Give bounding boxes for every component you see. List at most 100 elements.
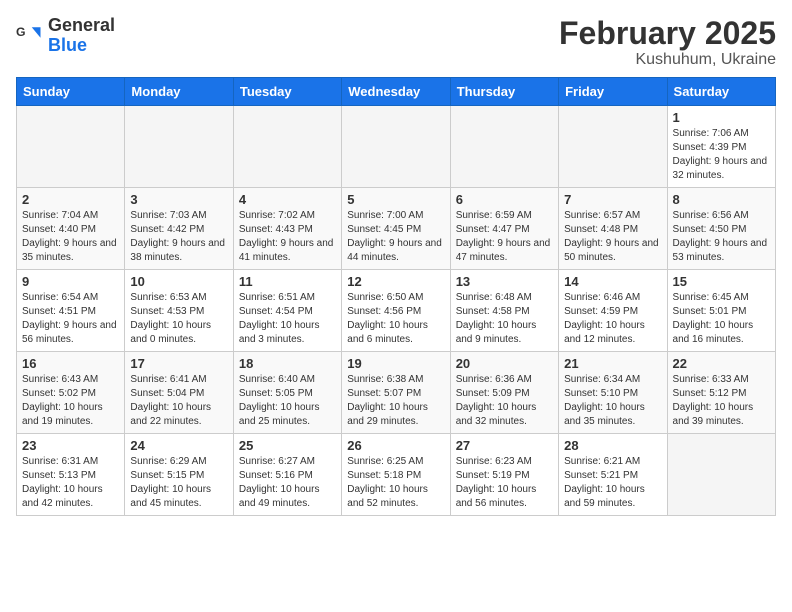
day-info: Sunrise: 6:50 AM Sunset: 4:56 PM Dayligh… xyxy=(347,291,444,347)
day-info: Sunrise: 7:00 AM Sunset: 4:45 PM Dayligh… xyxy=(347,209,444,265)
day-number: 23 xyxy=(22,438,119,453)
day-cell xyxy=(125,106,233,188)
day-number: 7 xyxy=(564,192,661,207)
day-cell: 13 Sunrise: 6:48 AM Sunset: 4:58 PM Dayli… xyxy=(450,270,558,352)
week-row-4: 16Sunrise: 6:43 AM Sunset: 5:02 PM Dayli… xyxy=(17,352,776,434)
day-cell: 5 Sunrise: 7:00 AM Sunset: 4:45 PM Daylig… xyxy=(342,188,450,270)
day-info: Sunrise: 6:53 AM Sunset: 4:53 PM Dayligh… xyxy=(130,291,227,347)
day-info: Sunrise: 6:38 AM Sunset: 5:07 PM Dayligh… xyxy=(347,373,444,429)
day-cell: 24 Sunrise: 6:29 AM Sunset: 5:15 PM Dayli… xyxy=(125,434,233,516)
day-cell: 26 Sunrise: 6:25 AM Sunset: 5:18 PM Dayli… xyxy=(342,434,450,516)
day-cell xyxy=(342,106,450,188)
day-info: Sunrise: 6:21 AM Sunset: 5:21 PM Dayligh… xyxy=(564,455,661,511)
day-cell: 25 Sunrise: 6:27 AM Sunset: 5:16 PM Dayli… xyxy=(233,434,341,516)
day-info: Sunrise: 6:27 AM Sunset: 5:16 PM Dayligh… xyxy=(239,455,336,511)
day-info: Sunrise: 6:23 AM Sunset: 5:19 PM Dayligh… xyxy=(456,455,553,511)
day-number: 6 xyxy=(456,192,553,207)
day-info: Sunrise: 6:56 AM Sunset: 4:50 PM Dayligh… xyxy=(673,209,770,265)
day-cell: 2 Sunrise: 7:04 AM Sunset: 4:40 PM Daylig… xyxy=(17,188,125,270)
logo-blue: Blue xyxy=(48,36,115,56)
day-number: 26 xyxy=(347,438,444,453)
day-cell xyxy=(450,106,558,188)
day-cell: 21 Sunrise: 6:34 AM Sunset: 5:10 PM Dayli… xyxy=(559,352,667,434)
day-cell: 1Sunrise: 7:06 AM Sunset: 4:39 PM Daylig… xyxy=(667,106,775,188)
calendar: SundayMondayTuesdayWednesdayThursdayFrid… xyxy=(16,77,776,516)
day-number: 2 xyxy=(22,192,119,207)
day-info: Sunrise: 7:04 AM Sunset: 4:40 PM Dayligh… xyxy=(22,209,119,265)
day-info: Sunrise: 6:25 AM Sunset: 5:18 PM Dayligh… xyxy=(347,455,444,511)
day-number: 8 xyxy=(673,192,770,207)
day-cell: 14Sunrise: 6:46 AM Sunset: 4:59 PM Dayli… xyxy=(559,270,667,352)
day-cell xyxy=(233,106,341,188)
day-cell: 18 Sunrise: 6:40 AM Sunset: 5:05 PM Dayli… xyxy=(233,352,341,434)
day-number: 18 xyxy=(239,356,336,371)
day-info: Sunrise: 7:03 AM Sunset: 4:42 PM Dayligh… xyxy=(130,209,227,265)
day-cell: 15 Sunrise: 6:45 AM Sunset: 5:01 PM Dayli… xyxy=(667,270,775,352)
day-cell: 11 Sunrise: 6:51 AM Sunset: 4:54 PM Dayli… xyxy=(233,270,341,352)
day-cell: 17 Sunrise: 6:41 AM Sunset: 5:04 PM Dayli… xyxy=(125,352,233,434)
logo-icon: G xyxy=(16,22,44,50)
svg-text:G: G xyxy=(16,25,26,39)
day-info: Sunrise: 7:02 AM Sunset: 4:43 PM Dayligh… xyxy=(239,209,336,265)
day-info: Sunrise: 6:34 AM Sunset: 5:10 PM Dayligh… xyxy=(564,373,661,429)
week-row-1: 1Sunrise: 7:06 AM Sunset: 4:39 PM Daylig… xyxy=(17,106,776,188)
day-number: 13 xyxy=(456,274,553,289)
day-number: 28 xyxy=(564,438,661,453)
day-cell: 27 Sunrise: 6:23 AM Sunset: 5:19 PM Dayli… xyxy=(450,434,558,516)
day-cell: 23 Sunrise: 6:31 AM Sunset: 5:13 PM Dayli… xyxy=(17,434,125,516)
day-cell: 22 Sunrise: 6:33 AM Sunset: 5:12 PM Dayli… xyxy=(667,352,775,434)
day-cell xyxy=(667,434,775,516)
day-cell: 9Sunrise: 6:54 AM Sunset: 4:51 PM Daylig… xyxy=(17,270,125,352)
logo-general: General xyxy=(48,16,115,36)
week-row-5: 23 Sunrise: 6:31 AM Sunset: 5:13 PM Dayli… xyxy=(17,434,776,516)
day-info: Sunrise: 6:51 AM Sunset: 4:54 PM Dayligh… xyxy=(239,291,336,347)
day-cell: 8 Sunrise: 6:56 AM Sunset: 4:50 PM Daylig… xyxy=(667,188,775,270)
month-title: February 2025 xyxy=(559,16,776,51)
day-info: Sunrise: 6:40 AM Sunset: 5:05 PM Dayligh… xyxy=(239,373,336,429)
weekday-monday: Monday xyxy=(125,78,233,106)
day-number: 9 xyxy=(22,274,119,289)
page-header: G General Blue February 2025 Kushuhum, U… xyxy=(16,16,776,69)
weekday-saturday: Saturday xyxy=(667,78,775,106)
day-cell: 12Sunrise: 6:50 AM Sunset: 4:56 PM Dayli… xyxy=(342,270,450,352)
weekday-sunday: Sunday xyxy=(17,78,125,106)
day-number: 24 xyxy=(130,438,227,453)
day-cell: 10 Sunrise: 6:53 AM Sunset: 4:53 PM Dayli… xyxy=(125,270,233,352)
week-row-2: 2 Sunrise: 7:04 AM Sunset: 4:40 PM Daylig… xyxy=(17,188,776,270)
day-cell: 19 Sunrise: 6:38 AM Sunset: 5:07 PM Dayli… xyxy=(342,352,450,434)
day-info: Sunrise: 6:45 AM Sunset: 5:01 PM Dayligh… xyxy=(673,291,770,347)
day-number: 11 xyxy=(239,274,336,289)
weekday-wednesday: Wednesday xyxy=(342,78,450,106)
day-cell: 7 Sunrise: 6:57 AM Sunset: 4:48 PM Daylig… xyxy=(559,188,667,270)
day-number: 22 xyxy=(673,356,770,371)
day-number: 25 xyxy=(239,438,336,453)
location-title: Kushuhum, Ukraine xyxy=(559,51,776,69)
day-number: 27 xyxy=(456,438,553,453)
weekday-friday: Friday xyxy=(559,78,667,106)
day-info: Sunrise: 6:29 AM Sunset: 5:15 PM Dayligh… xyxy=(130,455,227,511)
logo: G General Blue xyxy=(16,16,115,56)
day-number: 19 xyxy=(347,356,444,371)
day-number: 10 xyxy=(130,274,227,289)
day-cell: 28 Sunrise: 6:21 AM Sunset: 5:21 PM Dayli… xyxy=(559,434,667,516)
day-number: 17 xyxy=(130,356,227,371)
day-info: Sunrise: 6:59 AM Sunset: 4:47 PM Dayligh… xyxy=(456,209,553,265)
day-info: Sunrise: 6:48 AM Sunset: 4:58 PM Dayligh… xyxy=(456,291,553,347)
day-info: Sunrise: 6:31 AM Sunset: 5:13 PM Dayligh… xyxy=(22,455,119,511)
weekday-tuesday: Tuesday xyxy=(233,78,341,106)
day-info: Sunrise: 7:06 AM Sunset: 4:39 PM Dayligh… xyxy=(673,127,770,183)
title-block: February 2025 Kushuhum, Ukraine xyxy=(559,16,776,69)
weekday-header-row: SundayMondayTuesdayWednesdayThursdayFrid… xyxy=(17,78,776,106)
day-info: Sunrise: 6:57 AM Sunset: 4:48 PM Dayligh… xyxy=(564,209,661,265)
day-info: Sunrise: 6:33 AM Sunset: 5:12 PM Dayligh… xyxy=(673,373,770,429)
day-number: 5 xyxy=(347,192,444,207)
calendar-body: 1Sunrise: 7:06 AM Sunset: 4:39 PM Daylig… xyxy=(17,106,776,516)
day-number: 15 xyxy=(673,274,770,289)
day-info: Sunrise: 6:43 AM Sunset: 5:02 PM Dayligh… xyxy=(22,373,119,429)
day-number: 21 xyxy=(564,356,661,371)
day-info: Sunrise: 6:41 AM Sunset: 5:04 PM Dayligh… xyxy=(130,373,227,429)
day-number: 14 xyxy=(564,274,661,289)
day-info: Sunrise: 6:36 AM Sunset: 5:09 PM Dayligh… xyxy=(456,373,553,429)
week-row-3: 9Sunrise: 6:54 AM Sunset: 4:51 PM Daylig… xyxy=(17,270,776,352)
day-cell: 6 Sunrise: 6:59 AM Sunset: 4:47 PM Daylig… xyxy=(450,188,558,270)
